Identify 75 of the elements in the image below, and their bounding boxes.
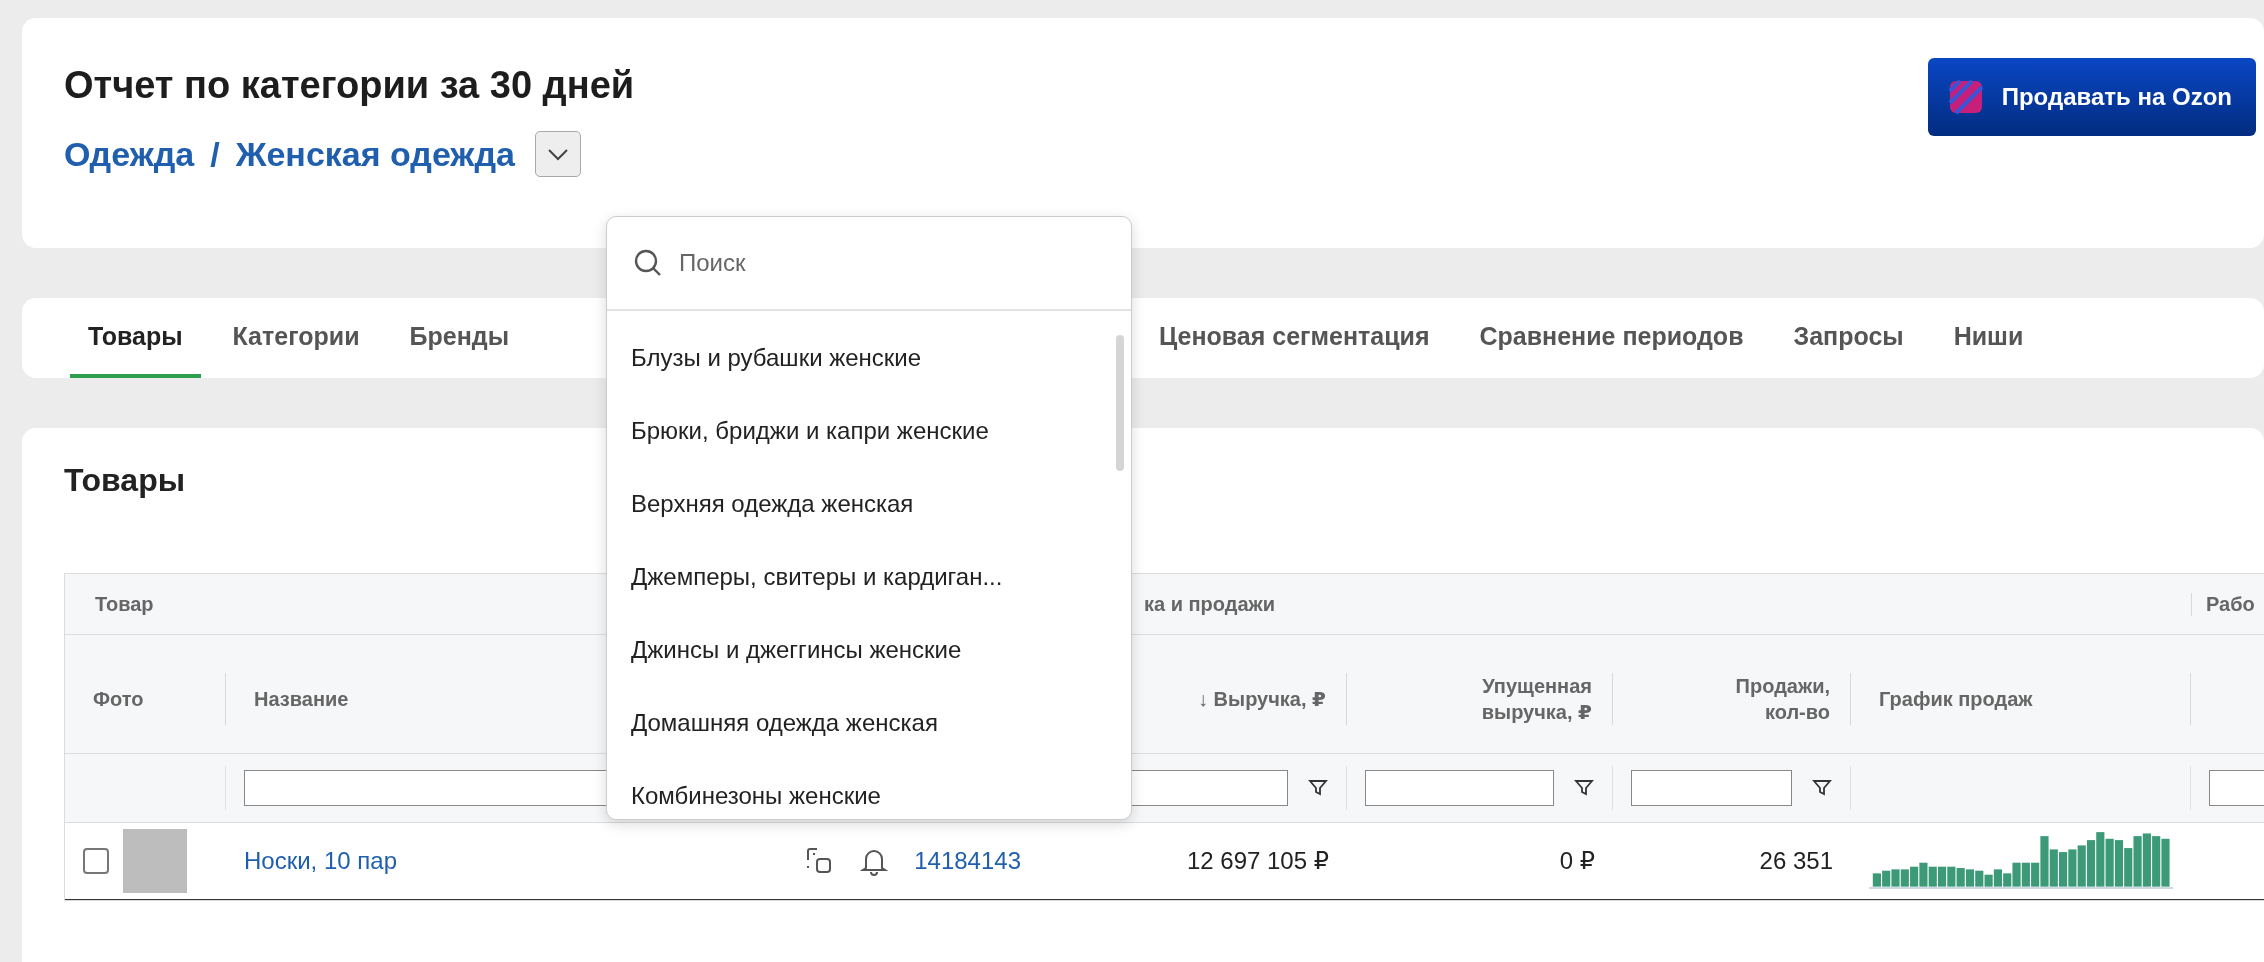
photo-placeholder bbox=[123, 829, 187, 893]
lost-revenue-cell: 0 ₽ bbox=[1559, 847, 1595, 875]
sales-bar bbox=[1891, 869, 1900, 887]
sales-bar bbox=[2068, 849, 2077, 887]
filter-field[interactable] bbox=[1365, 770, 1554, 806]
tab[interactable]: Товары bbox=[70, 298, 201, 378]
column-group-header: Рабо bbox=[2206, 592, 2255, 615]
sales-bar bbox=[2021, 862, 2030, 887]
sales-bar bbox=[2142, 833, 2151, 887]
category-option[interactable]: Домашняя одежда женская bbox=[607, 686, 1109, 759]
breadcrumb-link[interactable]: Одежда bbox=[64, 134, 195, 174]
column-header[interactable]: Упущенная выручка, ₽ bbox=[1452, 673, 1592, 725]
sell-button[interactable]: Продавать на Ozon bbox=[1927, 58, 2256, 136]
article-link[interactable]: 14184143 bbox=[914, 847, 1021, 875]
category-option[interactable]: Блузы и рубашки женские bbox=[607, 321, 1109, 394]
sales-bar bbox=[2077, 845, 2086, 887]
sales-bar bbox=[2161, 838, 2170, 887]
section-title: Товары bbox=[64, 462, 186, 499]
column-header[interactable]: Продажи, кол-во bbox=[1690, 673, 1830, 725]
tab[interactable]: Бренды bbox=[391, 298, 527, 378]
filter-field[interactable] bbox=[1631, 770, 1792, 806]
filter-icon[interactable] bbox=[1308, 778, 1328, 798]
sales-cell: 26 351 bbox=[1759, 847, 1833, 875]
sales-bar bbox=[2096, 832, 2105, 887]
filter-icon[interactable] bbox=[1574, 778, 1594, 798]
scrollbar-thumb[interactable] bbox=[1116, 335, 1124, 471]
row-checkbox[interactable] bbox=[83, 848, 109, 874]
revenue-cell: 12 697 105 ₽ bbox=[1186, 847, 1329, 875]
filter-icon[interactable] bbox=[1812, 778, 1832, 798]
sales-bar bbox=[1919, 862, 1928, 887]
sales-bar bbox=[1993, 869, 2002, 887]
column-header[interactable]: Название bbox=[254, 686, 349, 712]
page-title: Отчет по категории за 30 дней bbox=[64, 64, 635, 107]
sales-bar bbox=[2086, 840, 2096, 887]
category-option[interactable]: Джинсы и джеггинсы женские bbox=[607, 613, 1109, 686]
column-group-header: Товар bbox=[95, 592, 154, 615]
product-link[interactable]: Носки, 10 пар bbox=[244, 847, 397, 875]
sales-bar bbox=[1956, 868, 1965, 887]
tab[interactable]: Сравнение периодов bbox=[1461, 298, 1762, 378]
sales-bar bbox=[2133, 836, 2142, 887]
dropdown-toggle-button[interactable] bbox=[534, 131, 581, 177]
breadcrumb-link[interactable]: Женская одежда bbox=[235, 134, 515, 174]
sales-bar bbox=[2152, 836, 2161, 887]
tab[interactable]: Ниши bbox=[1935, 298, 2042, 378]
sales-bar bbox=[1984, 874, 1993, 887]
search-icon bbox=[633, 248, 663, 278]
sales-bar bbox=[2059, 852, 2068, 887]
category-option[interactable]: Брюки, бриджи и капри женские bbox=[607, 394, 1109, 467]
sales-bar bbox=[2105, 838, 2114, 887]
tab[interactable]: Категории bbox=[214, 298, 378, 378]
sales-bar bbox=[2114, 840, 2124, 887]
sales-bar bbox=[1937, 866, 1947, 887]
column-group-header: ка и продажи bbox=[1144, 592, 1276, 615]
sales-bar bbox=[1910, 866, 1919, 887]
search-field[interactable]: Поиск bbox=[677, 248, 1131, 278]
category-option[interactable]: Верхняя одежда женская bbox=[607, 467, 1109, 540]
chevron-down-icon bbox=[545, 147, 570, 161]
tab[interactable]: Запросы bbox=[1775, 298, 1922, 378]
sales-bar bbox=[1947, 866, 1956, 887]
sales-bar bbox=[1965, 869, 1975, 887]
sales-bar bbox=[2124, 848, 2133, 887]
sales-bar bbox=[1928, 866, 1937, 887]
sales-bar bbox=[1975, 870, 1984, 887]
tab[interactable]: Ценовая сегментация bbox=[1141, 298, 1448, 378]
logo-icon bbox=[1947, 79, 1984, 115]
category-option[interactable]: Джемперы, свитеры и кардиган... bbox=[607, 540, 1109, 613]
sales-bar bbox=[1882, 870, 1891, 887]
category-option[interactable]: Комбинезоны женские bbox=[607, 759, 1109, 819]
sales-bar bbox=[2049, 849, 2058, 887]
column-header[interactable]: ↓ Выручка, ₽ bbox=[1198, 686, 1326, 712]
breadcrumb-separator: / bbox=[210, 134, 220, 174]
column-header[interactable]: Фото bbox=[93, 686, 144, 712]
column-header[interactable]: График продаж bbox=[1879, 686, 2033, 712]
sales-bar bbox=[1900, 869, 1909, 887]
sales-bar bbox=[1872, 873, 1881, 887]
